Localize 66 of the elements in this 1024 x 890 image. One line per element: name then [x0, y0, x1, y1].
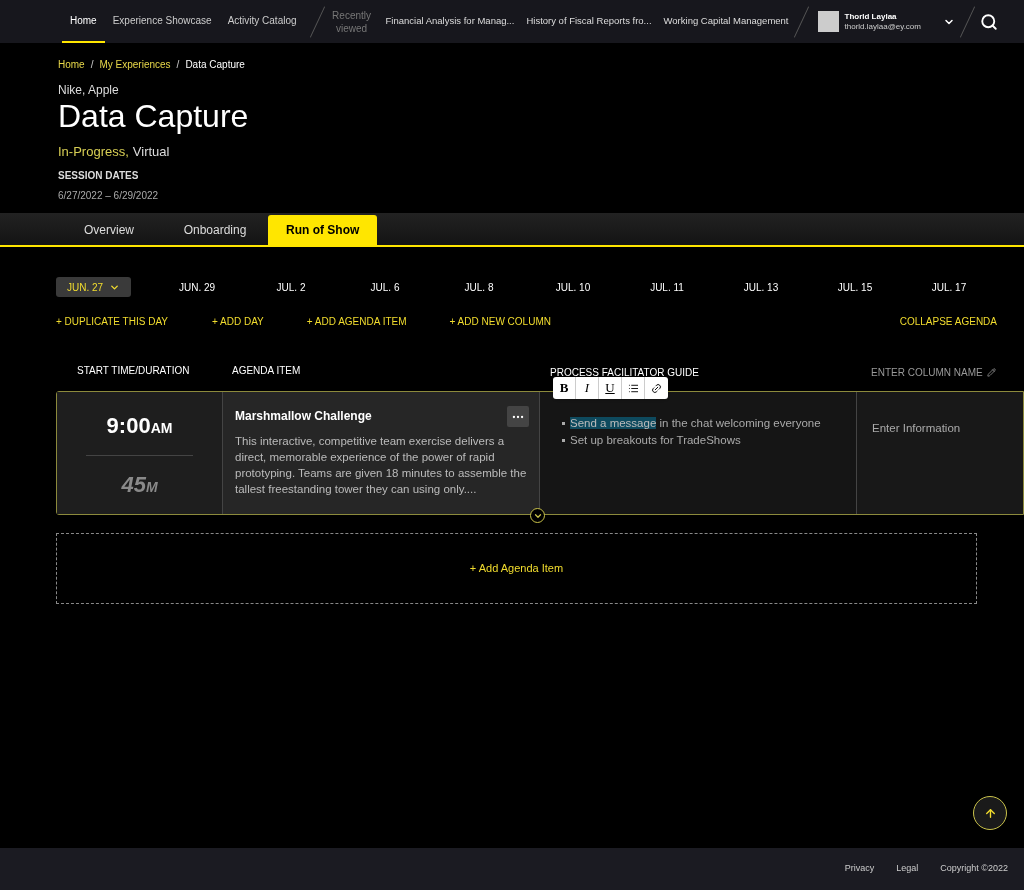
information-field[interactable]: Enter Information	[872, 422, 961, 434]
guide-bullet-text: Send a message in the chat welcoming everyone	[570, 416, 821, 431]
client-names: Nike, Apple	[58, 82, 120, 99]
breadcrumb-separator: /	[90, 58, 94, 72]
guide-editor[interactable]: Send a message in the chat welcoming everyone Set up breakouts for TradeShows	[539, 392, 856, 514]
recently-viewed-label: Recently viewed	[331, 8, 372, 35]
format-button[interactable]: I	[576, 377, 599, 399]
copyright-text: Copyright ©2022	[940, 862, 1008, 876]
breadcrumb-current: Data Capture	[185, 58, 245, 72]
format-button[interactable]: U	[599, 377, 622, 399]
action-link[interactable]: + DUPLICATE THIS DAY	[56, 314, 168, 329]
tab[interactable]: Overview	[56, 215, 162, 245]
collapse-agenda-link[interactable]: COLLAPSE AGENDA	[899, 314, 997, 329]
pencil-icon	[986, 368, 996, 377]
day-tab[interactable]: JUL. 11	[620, 279, 714, 295]
search-icon[interactable]	[979, 12, 998, 31]
recent-link[interactable]: Financial Analysis for Manag...	[385, 14, 515, 29]
breadcrumb-link[interactable]: My Experiences	[99, 57, 171, 72]
column-name-field[interactable]: ENTER COLUMN NAME	[871, 361, 996, 380]
bullet	[562, 422, 565, 425]
action-link[interactable]: + ADD DAY	[212, 314, 264, 329]
day-tab[interactable]: JUL. 2	[244, 279, 338, 295]
day-tab[interactable]: JUL. 17	[902, 279, 996, 295]
page-title: Data Capture	[58, 99, 250, 133]
agenda-item-description: This interactive, competitive team exercise delivers a direct, memorable experience of the power of rapid prototyping. Teams are given 18 minutes to assemble the tallest freestanding tower they can using only....	[235, 434, 527, 497]
tab[interactable]: Onboarding	[162, 215, 268, 245]
scroll-to-top-button[interactable]	[973, 796, 1007, 830]
action-link[interactable]: + ADD NEW COLUMN	[449, 314, 551, 329]
agenda-item-title: Marshmallow Challenge	[235, 408, 372, 425]
nav-link[interactable]: Home	[62, 0, 105, 43]
day-tab[interactable]: JUL. 8	[432, 279, 526, 295]
action-link[interactable]: + ADD AGENDA ITEM	[306, 314, 407, 329]
footer-link[interactable]: Privacy	[844, 862, 875, 876]
column-header: PROCESS FACILITATOR GUIDE	[550, 366, 700, 380]
column-header: START TIME/DURATION	[76, 364, 191, 378]
duration: 45M	[121, 471, 158, 499]
day-tab[interactable]: JUN. 29	[150, 279, 244, 295]
day-tab[interactable]: JUL. 10	[526, 279, 620, 295]
day-tab[interactable]: JUL. 15	[808, 279, 902, 295]
list-icon	[627, 382, 639, 394]
arrow-up-icon	[983, 806, 997, 820]
status-text: In-Progress,	[58, 143, 129, 161]
user-name: Thorld Laylaa	[844, 11, 898, 22]
more-button[interactable]	[507, 406, 529, 427]
guide-bullet-text: Set up breakouts for TradeShows	[570, 433, 741, 448]
format-text: Virtual	[132, 143, 170, 161]
user-email: thorld.laylaa@ey.com	[844, 21, 921, 32]
day-tab[interactable]: JUL. 13	[714, 279, 808, 295]
start-time: 9:00AM	[106, 412, 173, 440]
breadcrumb-separator: /	[176, 58, 180, 72]
tab[interactable]: Run of Show	[268, 215, 378, 245]
recent-link[interactable]: History of Fiscal Reports fro...	[526, 14, 652, 29]
recent-link[interactable]: Working Capital Management	[663, 14, 789, 29]
footer-link[interactable]: Legal	[896, 862, 919, 876]
format-button[interactable]: B	[553, 377, 576, 399]
avatar	[817, 11, 839, 32]
day-tab[interactable]: JUN. 27	[56, 277, 131, 297]
bullet	[562, 439, 565, 442]
session-dates-label: SESSION DATES	[58, 168, 140, 183]
add-agenda-item-button[interactable]: + Add Agenda Item	[56, 533, 977, 604]
nav-link[interactable]: Experience Showcase	[104, 0, 220, 43]
breadcrumb-link[interactable]: Home	[58, 57, 85, 72]
column-header: AGENDA ITEM	[232, 364, 302, 378]
nav-link[interactable]: Activity Catalog	[219, 0, 305, 43]
session-dates: 6/27/2022 – 6/29/2022	[58, 188, 160, 203]
day-tab[interactable]: JUL. 6	[338, 279, 432, 295]
